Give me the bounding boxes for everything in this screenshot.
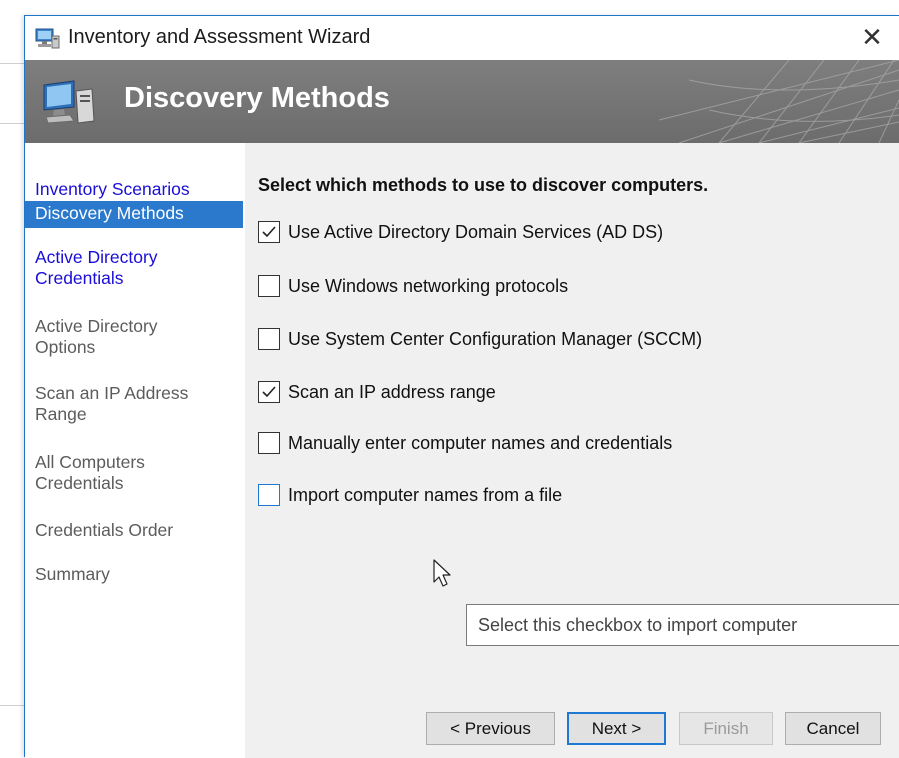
option-ad-ds[interactable]: Use Active Directory Domain Services (AD… bbox=[258, 219, 663, 245]
background-divider bbox=[0, 705, 24, 706]
content-panel: Select which methods to use to discover … bbox=[245, 143, 899, 758]
nav-item-scan-ip-range: Scan an IP Address Range bbox=[35, 383, 189, 424]
nav-item-discovery-methods[interactable]: Discovery Methods bbox=[25, 201, 243, 228]
finish-button: Finish bbox=[679, 712, 773, 745]
option-scan-ip-range[interactable]: Scan an IP address range bbox=[258, 379, 496, 405]
nav-item-credentials-order: Credentials Order bbox=[35, 520, 174, 540]
option-label: Manually enter computer names and creden… bbox=[288, 432, 673, 453]
page-heading: Select which methods to use to discover … bbox=[258, 175, 709, 195]
windows-networking-checkbox[interactable] bbox=[258, 275, 280, 297]
nav-item-active-directory-credentials[interactable]: Active Directory Credentials bbox=[25, 247, 225, 289]
nav-item-all-computers-credentials: All Computers Credentials bbox=[35, 452, 145, 493]
checkmark-icon bbox=[262, 226, 276, 238]
decorative-grid-graphic bbox=[658, 60, 899, 143]
tooltip: Select this checkbox to import computer bbox=[466, 604, 899, 646]
mouse-cursor-icon bbox=[433, 559, 451, 587]
title-bar: Inventory and Assessment Wizard ✕ bbox=[25, 16, 899, 60]
ad-ds-checkbox[interactable] bbox=[258, 221, 280, 243]
option-windows-networking[interactable]: Use Windows networking protocols bbox=[258, 273, 568, 299]
nav-item-summary: Summary bbox=[35, 564, 110, 584]
previous-button[interactable]: < Previous bbox=[426, 712, 555, 745]
option-label: Use Active Directory Domain Services (AD… bbox=[288, 221, 664, 242]
close-icon[interactable]: ✕ bbox=[857, 22, 887, 52]
wizard-dialog: Inventory and Assessment Wizard ✕ Discov… bbox=[24, 15, 899, 758]
background-divider bbox=[0, 63, 24, 64]
option-label: Use Windows networking protocols bbox=[288, 275, 569, 296]
nav-item-active-directory-options: Active Directory Options bbox=[35, 316, 158, 357]
cancel-button[interactable]: Cancel bbox=[785, 712, 881, 745]
wizard-app-icon bbox=[35, 28, 60, 49]
option-manual-entry[interactable]: Manually enter computer names and creden… bbox=[258, 430, 672, 456]
option-import-file[interactable]: Import computer names from a file bbox=[258, 482, 562, 508]
next-button[interactable]: Next > bbox=[567, 712, 666, 745]
wizard-step-nav: Inventory Scenarios Discovery Methods Ac… bbox=[25, 143, 245, 758]
option-sccm[interactable]: Use System Center Configuration Manager … bbox=[258, 326, 702, 352]
page-banner: Discovery Methods bbox=[25, 60, 899, 143]
import-file-checkbox[interactable] bbox=[258, 484, 280, 506]
window-title: Inventory and Assessment Wizard bbox=[68, 26, 371, 48]
option-label: Import computer names from a file bbox=[288, 484, 563, 505]
option-label: Scan an IP address range bbox=[288, 381, 496, 402]
checkmark-icon bbox=[262, 386, 276, 398]
nav-item-inventory-scenarios[interactable]: Inventory Scenarios bbox=[25, 179, 243, 200]
option-label: Use System Center Configuration Manager … bbox=[288, 328, 703, 349]
computer-monitor-icon bbox=[43, 80, 95, 124]
sccm-checkbox[interactable] bbox=[258, 328, 280, 350]
background-divider bbox=[0, 123, 24, 124]
banner-title: Discovery Methods bbox=[124, 82, 390, 114]
scan-ip-range-checkbox[interactable] bbox=[258, 381, 280, 403]
manual-entry-checkbox[interactable] bbox=[258, 432, 280, 454]
